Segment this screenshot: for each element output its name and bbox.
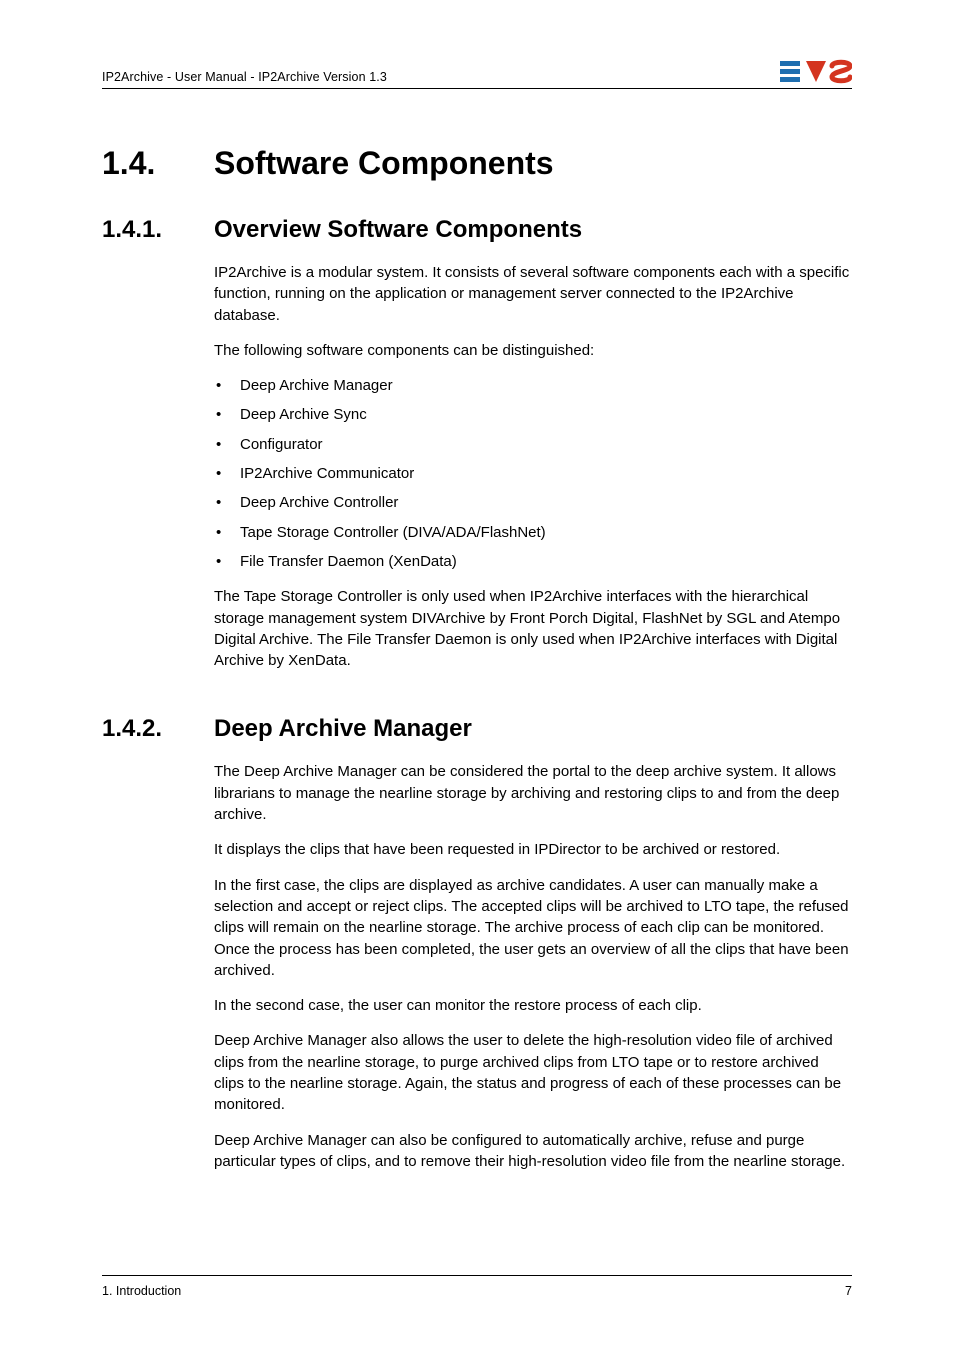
list-item: Configurator: [214, 434, 852, 455]
running-header: IP2Archive - User Manual - IP2Archive Ve…: [102, 58, 852, 89]
paragraph: In the second case, the user can monitor…: [214, 995, 852, 1016]
content-area: 1.4. Software Components 1.4.1. Overview…: [102, 89, 852, 1172]
paragraph: It displays the clips that have been req…: [214, 839, 852, 860]
list-item: Deep Archive Controller: [214, 492, 852, 513]
page: IP2Archive - User Manual - IP2Archive Ve…: [0, 0, 954, 1350]
footer-page-number: 7: [845, 1284, 852, 1298]
list-item: Tape Storage Controller (DIVA/ADA/FlashN…: [214, 522, 852, 543]
list-item: Deep Archive Manager: [214, 375, 852, 396]
list-item: IP2Archive Communicator: [214, 463, 852, 484]
footer-chapter: 1. Introduction: [102, 1284, 181, 1298]
heading-2-number: 1.4.1.: [102, 216, 214, 244]
heading-2-title: Deep Archive Manager: [214, 715, 472, 743]
paragraph: The following software components can be…: [214, 340, 852, 361]
paragraph: IP2Archive is a modular system. It consi…: [214, 262, 852, 326]
heading-2: 1.4.1. Overview Software Components: [102, 216, 852, 244]
evs-logo-icon: [780, 58, 852, 84]
heading-1-number: 1.4.: [102, 145, 214, 182]
list-item: Deep Archive Sync: [214, 404, 852, 425]
running-header-text: IP2Archive - User Manual - IP2Archive Ve…: [102, 70, 387, 84]
paragraph: The Deep Archive Manager can be consider…: [214, 761, 852, 825]
section-body: The Deep Archive Manager can be consider…: [214, 761, 852, 1172]
heading-1-title: Software Components: [214, 145, 554, 182]
paragraph: In the first case, the clips are display…: [214, 875, 852, 981]
heading-2-title: Overview Software Components: [214, 216, 582, 244]
list-item: File Transfer Daemon (XenData): [214, 551, 852, 572]
heading-2: 1.4.2. Deep Archive Manager: [102, 715, 852, 743]
section-body: IP2Archive is a modular system. It consi…: [214, 262, 852, 671]
heading-1: 1.4. Software Components: [102, 145, 852, 182]
paragraph: Deep Archive Manager can also be configu…: [214, 1130, 852, 1173]
paragraph: The Tape Storage Controller is only used…: [214, 586, 852, 671]
heading-2-number: 1.4.2.: [102, 715, 214, 743]
paragraph: Deep Archive Manager also allows the use…: [214, 1030, 852, 1115]
bullet-list: Deep Archive Manager Deep Archive Sync C…: [214, 375, 852, 572]
footer: 1. Introduction 7: [102, 1275, 852, 1298]
